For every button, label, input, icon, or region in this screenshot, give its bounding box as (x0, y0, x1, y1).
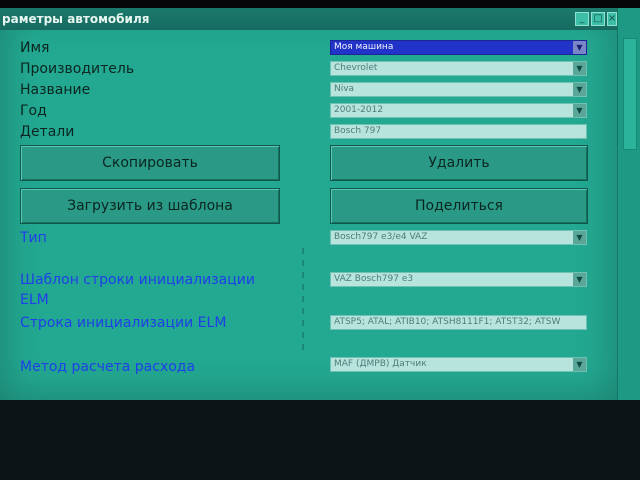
chevron-down-icon[interactable]: ▼ (573, 83, 586, 96)
maximize-icon[interactable]: □ (591, 12, 605, 26)
chevron-down-icon[interactable]: ▼ (573, 62, 586, 75)
details-label: Детали (20, 124, 75, 140)
load-template-button[interactable]: Загрузить из шаблона (20, 188, 280, 224)
init-template-dropdown[interactable]: VAZ Bosch797 e3 ▼ (330, 272, 587, 287)
chevron-down-icon[interactable]: ▼ (573, 358, 586, 371)
chevron-down-icon[interactable]: ▼ (573, 104, 586, 117)
model-dropdown[interactable]: Niva ▼ (330, 82, 587, 97)
type-label: Тип (20, 230, 47, 246)
scrollbar-thumb[interactable] (623, 38, 637, 150)
column-divider (302, 248, 304, 254)
delete-button[interactable]: Удалить (330, 145, 588, 181)
type-value: Bosch797 e3/e4 VAZ (334, 232, 428, 242)
vertical-scrollbar[interactable] (617, 8, 640, 400)
column-divider (302, 320, 304, 326)
consumption-method-dropdown[interactable]: MAF (ДМРВ) Датчик ▼ (330, 357, 587, 372)
chevron-down-icon[interactable]: ▼ (573, 273, 586, 286)
name-dropdown[interactable]: Моя машина ▼ (330, 40, 587, 55)
column-divider (302, 344, 304, 350)
init-template-label-line2: ELM (20, 292, 49, 308)
year-label: Год (20, 103, 47, 119)
model-label: Название (20, 82, 91, 98)
model-value: Niva (334, 84, 355, 94)
share-button[interactable]: Поделиться (330, 188, 588, 224)
chevron-down-icon[interactable]: ▼ (573, 231, 586, 244)
column-divider (302, 260, 304, 266)
name-value: Моя машина (334, 42, 394, 52)
title-bar: раметры автомобиля _ □ × (0, 8, 617, 30)
init-template-value: VAZ Bosch797 e3 (334, 274, 414, 284)
minimize-icon[interactable]: _ (575, 12, 589, 26)
column-divider (302, 332, 304, 338)
year-dropdown[interactable]: 2001-2012 ▼ (330, 103, 587, 118)
consumption-method-value: MAF (ДМРВ) Датчик (334, 359, 427, 369)
column-divider (302, 272, 304, 278)
details-input[interactable]: Bosch 797 (330, 124, 587, 139)
screen-bezel-top (0, 0, 640, 8)
init-template-label: Шаблон строки инициализации (20, 272, 255, 288)
consumption-method-label: Метод расчета расхода (20, 359, 196, 375)
screen-bezel-bottom (0, 400, 640, 480)
name-label: Имя (20, 40, 50, 56)
type-dropdown[interactable]: Bosch797 e3/e4 VAZ ▼ (330, 230, 587, 245)
chevron-down-icon[interactable]: ▼ (573, 41, 586, 54)
manufacturer-value: Chevrolet (334, 63, 378, 73)
init-string-input[interactable]: ATSP5; ATAL; ATIB10; ATSH8111F1; ATST32;… (330, 315, 587, 330)
init-string-label: Строка инициализации ELM (20, 315, 227, 331)
column-divider (302, 308, 304, 314)
manufacturer-label: Производитель (20, 61, 135, 77)
column-divider (302, 284, 304, 290)
window-title: раметры автомобиля (2, 12, 150, 26)
year-value: 2001-2012 (334, 105, 384, 115)
copy-button[interactable]: Скопировать (20, 145, 280, 181)
details-value: Bosch 797 (334, 126, 382, 136)
column-divider (302, 296, 304, 302)
close-icon[interactable]: × (607, 12, 617, 26)
vehicle-settings-window: раметры автомобиля _ □ × Имя Моя машина … (0, 8, 617, 400)
manufacturer-dropdown[interactable]: Chevrolet ▼ (330, 61, 587, 76)
init-string-value: ATSP5; ATAL; ATIB10; ATSH8111F1; ATST32;… (334, 317, 561, 327)
